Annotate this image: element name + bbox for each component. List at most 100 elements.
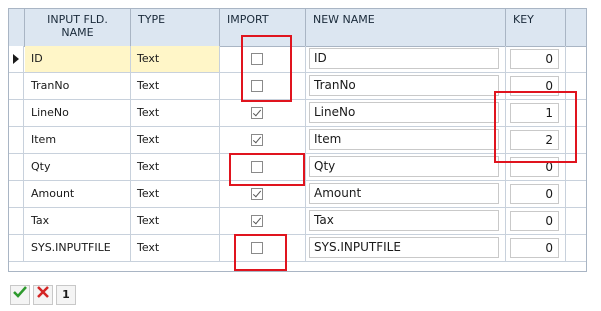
key-cell[interactable]: 0 <box>506 46 566 72</box>
new-name-input[interactable]: Tax <box>309 210 499 231</box>
new-name-cell[interactable]: SYS.INPUTFILE <box>306 235 506 261</box>
input-field-name-cell[interactable]: Amount <box>25 181 131 207</box>
import-checkbox[interactable] <box>251 242 263 254</box>
cancel-button[interactable] <box>33 285 53 305</box>
import-checkbox[interactable] <box>251 188 263 200</box>
new-name-input[interactable]: ID <box>309 48 499 69</box>
confirm-button[interactable] <box>10 285 30 305</box>
new-name-cell[interactable]: TranNo <box>306 73 506 99</box>
grid-header: INPUT FLD. NAME TYPE IMPORT NEW NAME KEY <box>9 9 586 47</box>
input-field-name-cell[interactable]: Tax <box>25 208 131 234</box>
new-name-cell[interactable]: ID <box>306 46 506 72</box>
header-import[interactable]: IMPORT <box>220 9 306 46</box>
table-row[interactable]: TranNo Text TranNo 0 <box>9 73 586 100</box>
table-row[interactable]: Item Text Item 2 <box>9 127 586 154</box>
import-checkbox[interactable] <box>251 53 263 65</box>
row-indicator[interactable] <box>9 181 24 207</box>
key-cell[interactable]: 0 <box>506 181 566 207</box>
new-name-cell[interactable]: Qty <box>306 154 506 180</box>
table-row[interactable]: Amount Text Amount 0 <box>9 181 586 208</box>
row-indicator[interactable] <box>9 100 24 126</box>
type-cell[interactable]: Text <box>131 127 220 153</box>
input-field-name-cell[interactable]: Item <box>25 127 131 153</box>
import-cell[interactable] <box>220 127 306 153</box>
key-input[interactable]: 0 <box>510 49 559 69</box>
header-type[interactable]: TYPE <box>131 9 220 46</box>
row-indicator[interactable] <box>9 208 24 234</box>
import-cell[interactable] <box>220 154 306 180</box>
page-label: 1 <box>62 288 70 301</box>
key-input[interactable]: 1 <box>510 103 559 123</box>
import-cell[interactable] <box>220 46 306 72</box>
row-indicator[interactable] <box>9 73 24 99</box>
import-cell[interactable] <box>220 73 306 99</box>
current-row-arrow-icon <box>13 54 19 64</box>
key-input[interactable]: 0 <box>510 157 559 177</box>
key-cell[interactable]: 0 <box>506 73 566 99</box>
new-name-cell[interactable]: LineNo <box>306 100 506 126</box>
row-indicator[interactable] <box>9 154 24 180</box>
field-mapping-grid: INPUT FLD. NAME TYPE IMPORT NEW NAME KEY… <box>8 8 587 272</box>
key-cell[interactable]: 0 <box>506 208 566 234</box>
key-input[interactable]: 0 <box>510 76 559 96</box>
header-input-field-name-line2: NAME <box>61 26 94 39</box>
header-new-name-label: NEW NAME <box>313 13 375 26</box>
key-input[interactable]: 0 <box>510 184 559 204</box>
header-input-field-name[interactable]: INPUT FLD. NAME <box>25 9 131 46</box>
input-field-name-cell[interactable]: ID <box>25 46 131 72</box>
header-new-name[interactable]: NEW NAME <box>306 9 506 46</box>
row-indicator[interactable] <box>9 127 24 153</box>
import-checkbox[interactable] <box>251 215 263 227</box>
type-cell[interactable]: Text <box>131 235 220 261</box>
type-cell[interactable]: Text <box>131 154 220 180</box>
header-key[interactable]: KEY <box>506 9 566 46</box>
check-icon <box>13 286 27 298</box>
type-cell[interactable]: Text <box>131 73 220 99</box>
table-row[interactable]: ID Text ID 0 <box>9 46 586 73</box>
import-checkbox[interactable] <box>251 107 263 119</box>
key-cell[interactable]: 0 <box>506 235 566 261</box>
key-cell[interactable]: 2 <box>506 127 566 153</box>
type-cell[interactable]: Text <box>131 181 220 207</box>
type-cell[interactable]: Text <box>131 208 220 234</box>
import-cell[interactable] <box>220 208 306 234</box>
import-checkbox[interactable] <box>251 80 263 92</box>
input-field-name-cell[interactable]: SYS.INPUTFILE <box>25 235 131 261</box>
key-input[interactable]: 0 <box>510 211 559 231</box>
input-field-name-cell[interactable]: LineNo <box>25 100 131 126</box>
type-cell[interactable]: Text <box>131 46 220 72</box>
new-name-input[interactable]: Amount <box>309 183 499 204</box>
new-name-cell[interactable]: Item <box>306 127 506 153</box>
page-indicator-button[interactable]: 1 <box>56 285 76 305</box>
new-name-input[interactable]: Qty <box>309 156 499 177</box>
key-input[interactable]: 2 <box>510 130 559 150</box>
table-row[interactable]: Qty Text Qty 0 <box>9 154 586 181</box>
x-icon <box>37 286 49 298</box>
import-cell[interactable] <box>220 181 306 207</box>
key-cell[interactable]: 0 <box>506 154 566 180</box>
input-field-name-cell[interactable]: Qty <box>25 154 131 180</box>
table-row[interactable]: SYS.INPUTFILE Text SYS.INPUTFILE 0 <box>9 235 586 262</box>
import-checkbox[interactable] <box>251 161 263 173</box>
header-type-label: TYPE <box>138 13 166 26</box>
new-name-input[interactable]: TranNo <box>309 75 499 96</box>
table-row[interactable]: LineNo Text LineNo 1 <box>9 100 586 127</box>
key-cell[interactable]: 1 <box>506 100 566 126</box>
header-indicator-cell <box>9 9 25 46</box>
table-row[interactable]: Tax Text Tax 0 <box>9 208 586 235</box>
new-name-cell[interactable]: Tax <box>306 208 506 234</box>
import-checkbox[interactable] <box>251 134 263 146</box>
new-name-cell[interactable]: Amount <box>306 181 506 207</box>
header-input-field-name-line1: INPUT FLD. <box>47 13 108 26</box>
type-cell[interactable]: Text <box>131 100 220 126</box>
key-input[interactable]: 0 <box>510 238 559 258</box>
new-name-input[interactable]: LineNo <box>309 102 499 123</box>
new-name-input[interactable]: Item <box>309 129 499 150</box>
row-indicator[interactable] <box>9 235 24 261</box>
row-indicator[interactable] <box>9 46 24 72</box>
import-cell[interactable] <box>220 235 306 261</box>
header-key-label: KEY <box>513 13 534 26</box>
new-name-input[interactable]: SYS.INPUTFILE <box>309 237 499 258</box>
input-field-name-cell[interactable]: TranNo <box>25 73 131 99</box>
import-cell[interactable] <box>220 100 306 126</box>
